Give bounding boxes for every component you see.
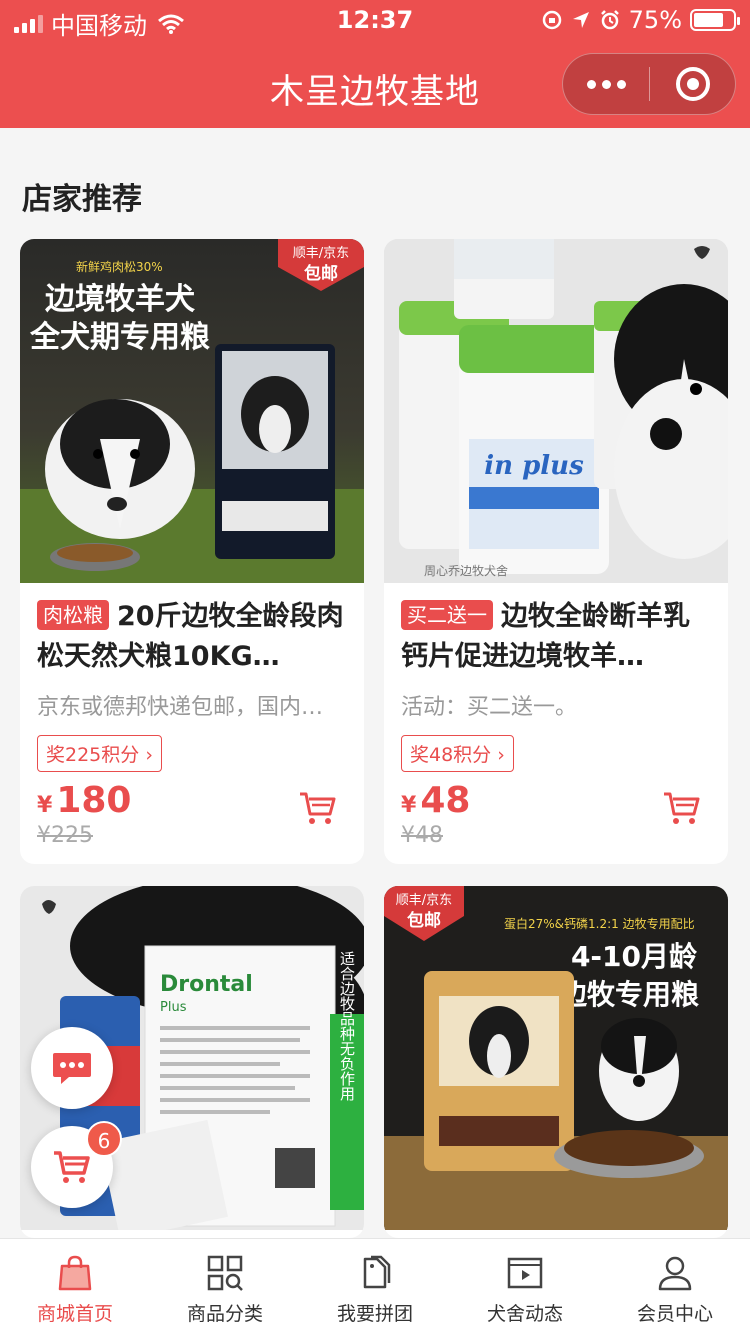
- image-badge-top: 顺丰/京东: [396, 893, 452, 908]
- product-image[interactable]: 顺丰/京东 包邮 蛋白27%&钙磷1.2:1 边牧专用配比 4-10月龄 边牧专…: [384, 886, 728, 1230]
- tab-group-buy[interactable]: 我要拼团: [300, 1239, 450, 1334]
- product-title[interactable]: 买二送一 边牧全龄断羊乳钙片促进边境牧羊…: [401, 597, 712, 677]
- cart-icon: [54, 1151, 90, 1183]
- image-headline-1: 边境牧羊犬: [45, 282, 195, 317]
- original-price: ¥225: [37, 823, 93, 848]
- product-desc: 京东或德邦快递包邮，国内…: [37, 695, 324, 720]
- original-price: ¥48: [401, 823, 443, 848]
- add-to-cart-button[interactable]: [298, 790, 338, 826]
- section-title: 店家推荐: [22, 182, 142, 217]
- customer-service-button[interactable]: [31, 1027, 113, 1109]
- image-badge-top: 顺丰/京东: [293, 246, 349, 261]
- product-title[interactable]: 肉松粮 20斤边牧全龄段肉松天然犬粮10KG…: [37, 597, 348, 677]
- tab-label: 我要拼团: [336, 1303, 413, 1325]
- product-card[interactable]: in plus 周心乔边牧犬舍 买二送一 边牧全龄断羊乳钙片促进边境牧羊… 活动：…: [384, 239, 728, 864]
- battery-icon: [690, 9, 740, 31]
- miniprogram-capsule: [562, 53, 736, 115]
- tab-label: 犬舍动态: [486, 1303, 563, 1325]
- tab-label: 会员中心: [636, 1303, 713, 1325]
- svg-text:适合边牧品种无负作用: 适合边牧品种无负作用: [338, 951, 356, 1102]
- image-subtitle: 蛋白27%&钙磷1.2:1 边牧专用配比: [504, 916, 695, 931]
- currency-symbol: ¥: [37, 793, 53, 818]
- tab-label: 商城首页: [36, 1303, 113, 1325]
- product-desc: 活动：买二送一。: [401, 695, 578, 720]
- shopping-bag-icon: [58, 1255, 92, 1291]
- image-subtitle: 新鲜鸡肉松30%: [76, 259, 163, 274]
- location-icon: [572, 12, 589, 28]
- image-watermark: 周心乔边牧犬舍: [424, 563, 508, 578]
- rotation-lock-icon: [542, 10, 561, 30]
- status-bar: 中国移动 12:37 75%: [0, 0, 750, 40]
- image-headline-2: 边牧专用粮: [559, 978, 699, 1011]
- bottom-tab-bar: 商城首页 商品分类 我要拼团 犬舍动态 会员中心: [0, 1238, 750, 1334]
- battery-percent: 75%: [628, 6, 682, 34]
- image-brand-sub: Plus: [160, 1000, 187, 1015]
- tab-label: 商品分类: [186, 1303, 263, 1325]
- tab-categories[interactable]: 商品分类: [150, 1239, 300, 1334]
- image-headline-2: 全犬期专用粮: [29, 320, 210, 355]
- price-value: 48: [420, 780, 471, 821]
- add-to-cart-button[interactable]: [662, 790, 702, 826]
- product-tag: 肉松粮: [37, 600, 109, 630]
- chat-bubble-icon: [53, 1053, 91, 1084]
- tab-home[interactable]: 商城首页: [0, 1239, 150, 1334]
- video-icon: [507, 1257, 543, 1289]
- product-card[interactable]: 顺丰/京东 包邮 新鲜鸡肉松30% 边境牧羊犬 全犬期专用粮 肉松粮 20斤边牧全…: [20, 239, 364, 864]
- target-icon: [675, 67, 710, 101]
- more-button[interactable]: [563, 79, 649, 89]
- image-brand: in plus: [484, 451, 584, 481]
- price-value: 180: [56, 780, 132, 821]
- tags-icon: [363, 1255, 391, 1289]
- app-header: 中国移动 12:37 75% 木呈边牧基地: [0, 0, 750, 128]
- image-badge-bottom: 包邮: [304, 263, 338, 284]
- points-label: 奖48积分: [410, 744, 492, 766]
- product-card[interactable]: 顺丰/京东 包邮 蛋白27%&钙磷1.2:1 边牧专用配比 4-10月龄 边牧专…: [384, 886, 728, 1238]
- product-tag: 买二送一: [401, 600, 493, 630]
- image-brand: Drontal: [160, 972, 253, 997]
- alarm-icon: [600, 10, 619, 30]
- status-right: 75%: [541, 6, 740, 34]
- points-label: 奖225积分: [46, 744, 140, 766]
- chevron-right-icon: ›: [497, 744, 505, 766]
- tab-member-center[interactable]: 会员中心: [600, 1239, 750, 1334]
- chevron-right-icon: ›: [145, 744, 153, 766]
- points-badge[interactable]: 奖48积分 ›: [401, 735, 514, 772]
- grid-search-icon: [207, 1255, 243, 1291]
- image-badge-bottom: 包邮: [407, 910, 441, 931]
- image-headline-1: 4-10月龄: [571, 940, 698, 973]
- product-image[interactable]: in plus 周心乔边牧犬舍: [384, 239, 728, 583]
- image-side-text: 适合边牧品种无负作用: [338, 951, 356, 1102]
- tab-kennel-news[interactable]: 犬舍动态: [450, 1239, 600, 1334]
- user-icon: [658, 1256, 692, 1291]
- close-button[interactable]: [650, 67, 735, 101]
- cart-count-badge: 6: [86, 1121, 122, 1157]
- points-badge[interactable]: 奖225积分 ›: [37, 735, 162, 772]
- product-image[interactable]: 顺丰/京东 包邮 新鲜鸡肉松30% 边境牧羊犬 全犬期专用粮: [20, 239, 364, 583]
- currency-symbol: ¥: [401, 793, 417, 818]
